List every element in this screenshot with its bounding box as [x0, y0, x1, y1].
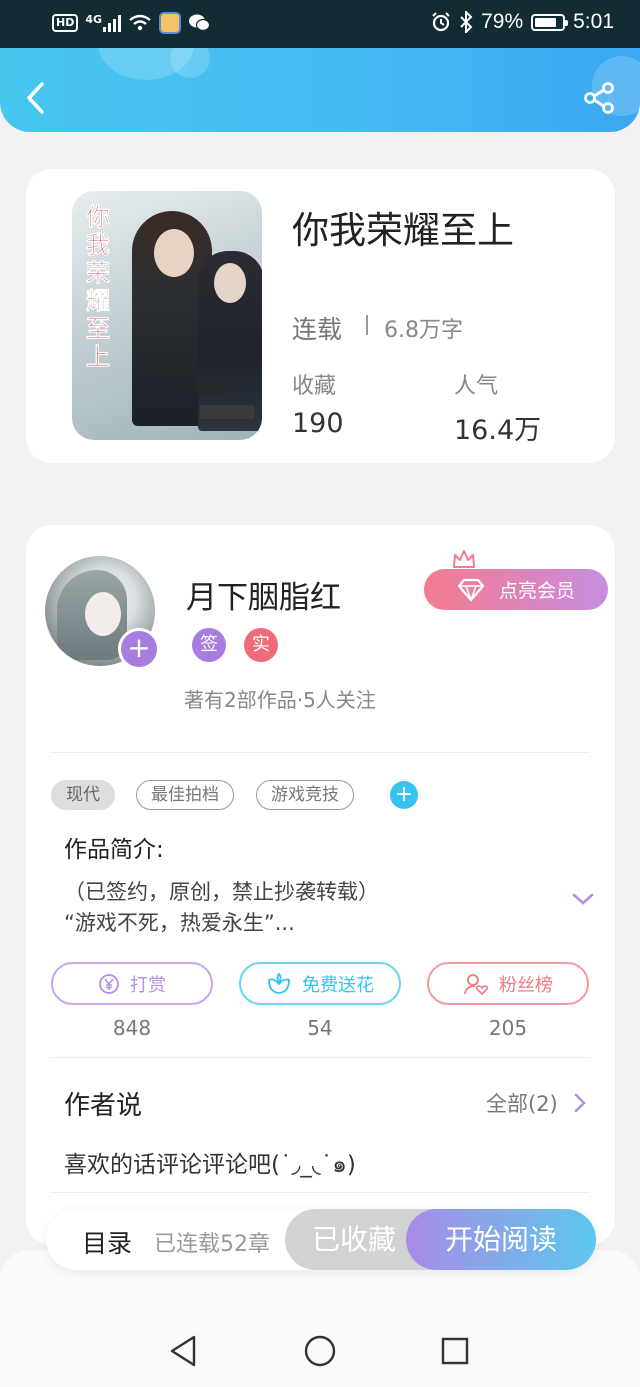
- fan-count: 205: [488, 1016, 528, 1040]
- author-says-heading: 作者说: [64, 1091, 143, 1121]
- tag-modern[interactable]: 现代: [51, 780, 115, 810]
- author-says-text: 喜欢的话评论评论吧(˙◞_◟˙๑): [64, 1152, 356, 1178]
- cover-character-face: [214, 263, 246, 303]
- wifi-icon: [129, 14, 151, 31]
- start-reading-button[interactable]: 开始阅读: [406, 1209, 596, 1270]
- word-count: 6.8万字: [384, 318, 463, 343]
- intro-line: （已签约，原创，禁止抄袭转载）: [64, 880, 379, 904]
- hd-indicator: HD: [52, 14, 79, 32]
- book-title: 你我荣耀至上: [292, 209, 514, 252]
- flower-count: 54: [307, 1016, 333, 1040]
- battery-icon: [531, 13, 569, 31]
- book-cover[interactable]: 你我荣耀至上: [72, 191, 262, 440]
- nav-recents-icon[interactable]: [440, 1334, 470, 1368]
- signal-icon: [103, 14, 122, 32]
- vip-button[interactable]: 点亮会员: [424, 569, 608, 610]
- popularity-label: 人气: [454, 374, 499, 399]
- vip-button-label: 点亮会员: [498, 580, 575, 602]
- tag-esports[interactable]: 游戏竞技: [256, 780, 354, 810]
- fan-ranking-label: 粉丝榜: [499, 974, 553, 996]
- intro-text[interactable]: （已签约，原创，禁止抄袭转载） “游戏不死，热爱永生”...: [64, 877, 379, 939]
- author-meta: 著有2部作品·5人关注: [184, 688, 376, 712]
- chapter-count: 已连载52章: [154, 1232, 270, 1257]
- alarm-icon: [432, 12, 450, 32]
- favorites-label: 收藏: [292, 374, 337, 399]
- tag-best-partner[interactable]: 最佳拍档: [136, 780, 234, 810]
- clock: 5:01: [573, 10, 614, 33]
- diamond-icon: [457, 578, 485, 602]
- flower-icon: [268, 972, 290, 994]
- crown-icon: [453, 550, 475, 568]
- favorites-value: 190: [292, 408, 344, 439]
- fan-user-icon: [464, 973, 489, 995]
- serial-status: 连载: [292, 315, 343, 344]
- status-left: HD 4G: [52, 12, 211, 34]
- status-bar: HD 4G 79% 5:01: [0, 0, 640, 48]
- cover-decor: [190, 385, 230, 395]
- table-of-contents-button[interactable]: 目录: [82, 1224, 132, 1260]
- author-says-all-link[interactable]: 全部(2): [486, 1088, 558, 1118]
- nav-back-icon[interactable]: [168, 1334, 198, 1368]
- signed-badge: 签: [192, 628, 226, 662]
- verified-badge: 实: [244, 628, 278, 662]
- yen-coin-icon: [99, 973, 119, 994]
- tip-button[interactable]: 打赏: [51, 962, 213, 1005]
- intro-line: “游戏不死，热爱永生”...: [64, 911, 295, 935]
- app-notification-icon: [159, 12, 182, 34]
- divider: [50, 1057, 590, 1058]
- cover-decor: [200, 405, 254, 419]
- fan-ranking-button[interactable]: 粉丝榜: [427, 962, 589, 1005]
- status-right: 79% 5:01: [431, 10, 614, 34]
- cover-character-face: [154, 229, 194, 277]
- send-flower-button[interactable]: 免费送花: [239, 962, 401, 1005]
- chevron-right-icon[interactable]: [572, 1092, 588, 1114]
- back-button[interactable]: [22, 80, 52, 116]
- battery-percent: 79%: [481, 10, 524, 33]
- tip-label: 打赏: [130, 974, 166, 996]
- network-type: 4G: [85, 12, 103, 26]
- wechat-icon: [189, 14, 211, 32]
- divider: [50, 752, 590, 753]
- send-flower-label: 免费送花: [302, 974, 374, 996]
- decor-bubble: [170, 48, 210, 78]
- header-bar: [0, 48, 640, 132]
- nav-home-icon[interactable]: [303, 1334, 337, 1368]
- add-tag-button[interactable]: +: [390, 781, 418, 809]
- expand-chevron-icon[interactable]: [570, 890, 596, 908]
- popularity-value: 16.4万: [454, 415, 542, 446]
- cover-title: 你我荣耀至上: [86, 202, 111, 371]
- bluetooth-icon: [460, 11, 473, 33]
- intro-heading: 作品简介:: [64, 837, 164, 863]
- divider: [366, 315, 368, 335]
- author-name: 月下胭脂红: [186, 580, 341, 616]
- share-icon[interactable]: [582, 80, 616, 116]
- tip-count: 848: [112, 1016, 152, 1040]
- avatar-art: [85, 592, 121, 636]
- follow-author-button[interactable]: +: [118, 628, 160, 670]
- divider: [50, 1192, 590, 1193]
